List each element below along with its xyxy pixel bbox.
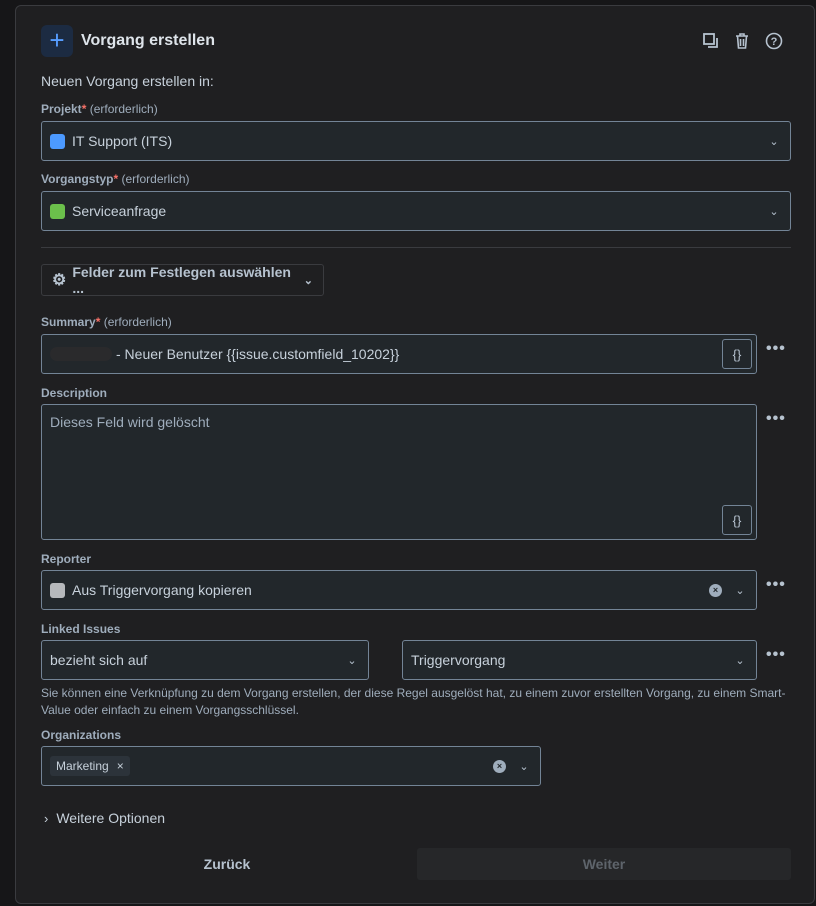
description-label: Description	[41, 386, 108, 400]
divider	[41, 247, 791, 248]
tag-label: Marketing	[56, 759, 109, 773]
reporter-value: Aus Triggervorgang kopieren	[72, 582, 252, 598]
create-issue-panel: + Vorgang erstellen ? Neuen Vorgang erst…	[15, 5, 815, 904]
more-options-toggle[interactable]: › Weitere Optionen	[44, 810, 165, 826]
copy-icon[interactable]	[701, 31, 721, 51]
summary-input[interactable]: - Neuer Benutzer {{issue.customfield_102…	[41, 334, 757, 374]
chevron-down-icon: ⌄	[735, 654, 745, 667]
redacted-text	[50, 347, 112, 361]
remove-tag-icon[interactable]: ×	[117, 759, 124, 773]
issue-type-label: Vorgangstyp* (erforderlich)	[41, 172, 190, 186]
select-fields-label: Felder zum Festlegen auswählen ...	[72, 264, 291, 296]
avatar-icon	[50, 582, 65, 598]
issue-type-value: Serviceanfrage	[72, 203, 167, 219]
summary-label: Summary* (erforderlich)	[41, 315, 172, 329]
organization-tag: Marketing ×	[50, 756, 130, 776]
svg-text:?: ?	[771, 36, 778, 48]
summary-value: - Neuer Benutzer {{issue.customfield_102…	[116, 346, 400, 362]
chevron-down-icon: ⌄	[519, 760, 529, 773]
summary-more-button[interactable]: •••	[766, 340, 786, 358]
link-target-value: Triggervorgang	[411, 652, 506, 668]
issue-type-select[interactable]: Serviceanfrage ⌄	[41, 191, 791, 231]
reporter-select[interactable]: Aus Triggervorgang kopieren × ⌄	[41, 570, 757, 610]
chevron-right-icon: ›	[44, 810, 49, 826]
chevron-down-icon: ⌄	[769, 205, 779, 218]
panel-title: Vorgang erstellen	[81, 32, 215, 49]
select-fields-button[interactable]: ⚙ Felder zum Festlegen auswählen ... ⌄	[41, 264, 324, 296]
more-options-label: Weitere Optionen	[56, 810, 166, 826]
service-request-icon	[50, 203, 65, 219]
link-target-select[interactable]: Triggervorgang ⌄	[402, 640, 757, 680]
linked-issues-more-button[interactable]: •••	[766, 646, 786, 664]
reporter-more-button[interactable]: •••	[766, 576, 786, 594]
chevron-down-icon: ⌄	[735, 584, 745, 597]
link-type-value: bezieht sich auf	[50, 652, 148, 668]
intro-text: Neuen Vorgang erstellen in:	[41, 73, 214, 89]
gear-icon: ⚙	[52, 272, 67, 289]
help-icon[interactable]: ?	[764, 31, 784, 51]
chevron-down-icon: ⌄	[303, 274, 313, 287]
description-value: Dieses Feld wird gelöscht	[50, 414, 210, 430]
reporter-label: Reporter	[41, 552, 92, 566]
description-more-button[interactable]: •••	[766, 410, 786, 428]
smart-value-button[interactable]: {}	[722, 505, 752, 535]
organizations-label: Organizations	[41, 728, 122, 742]
clear-icon[interactable]: ×	[493, 759, 506, 773]
description-input[interactable]: Dieses Feld wird gelöscht {}	[41, 404, 757, 540]
project-value: IT Support (ITS)	[72, 133, 173, 149]
clear-icon[interactable]: ×	[709, 583, 722, 597]
trash-icon[interactable]	[732, 31, 752, 51]
organizations-select[interactable]: Marketing × × ⌄	[41, 746, 541, 786]
next-button[interactable]: Weiter	[417, 848, 791, 880]
chevron-down-icon: ⌄	[347, 654, 357, 667]
linked-issues-label: Linked Issues	[41, 622, 121, 636]
link-type-select[interactable]: bezieht sich auf ⌄	[41, 640, 369, 680]
smart-value-button[interactable]: {}	[722, 339, 752, 369]
linked-issues-help: Sie können eine Verknüpfung zu dem Vorga…	[41, 686, 786, 717]
chevron-down-icon: ⌄	[769, 135, 779, 148]
cloud-icon	[50, 133, 65, 149]
project-label: Projekt* (erforderlich)	[41, 102, 158, 116]
plus-icon: +	[41, 25, 73, 57]
project-select[interactable]: IT Support (ITS) ⌄	[41, 121, 791, 161]
back-button[interactable]: Zurück	[41, 848, 413, 880]
